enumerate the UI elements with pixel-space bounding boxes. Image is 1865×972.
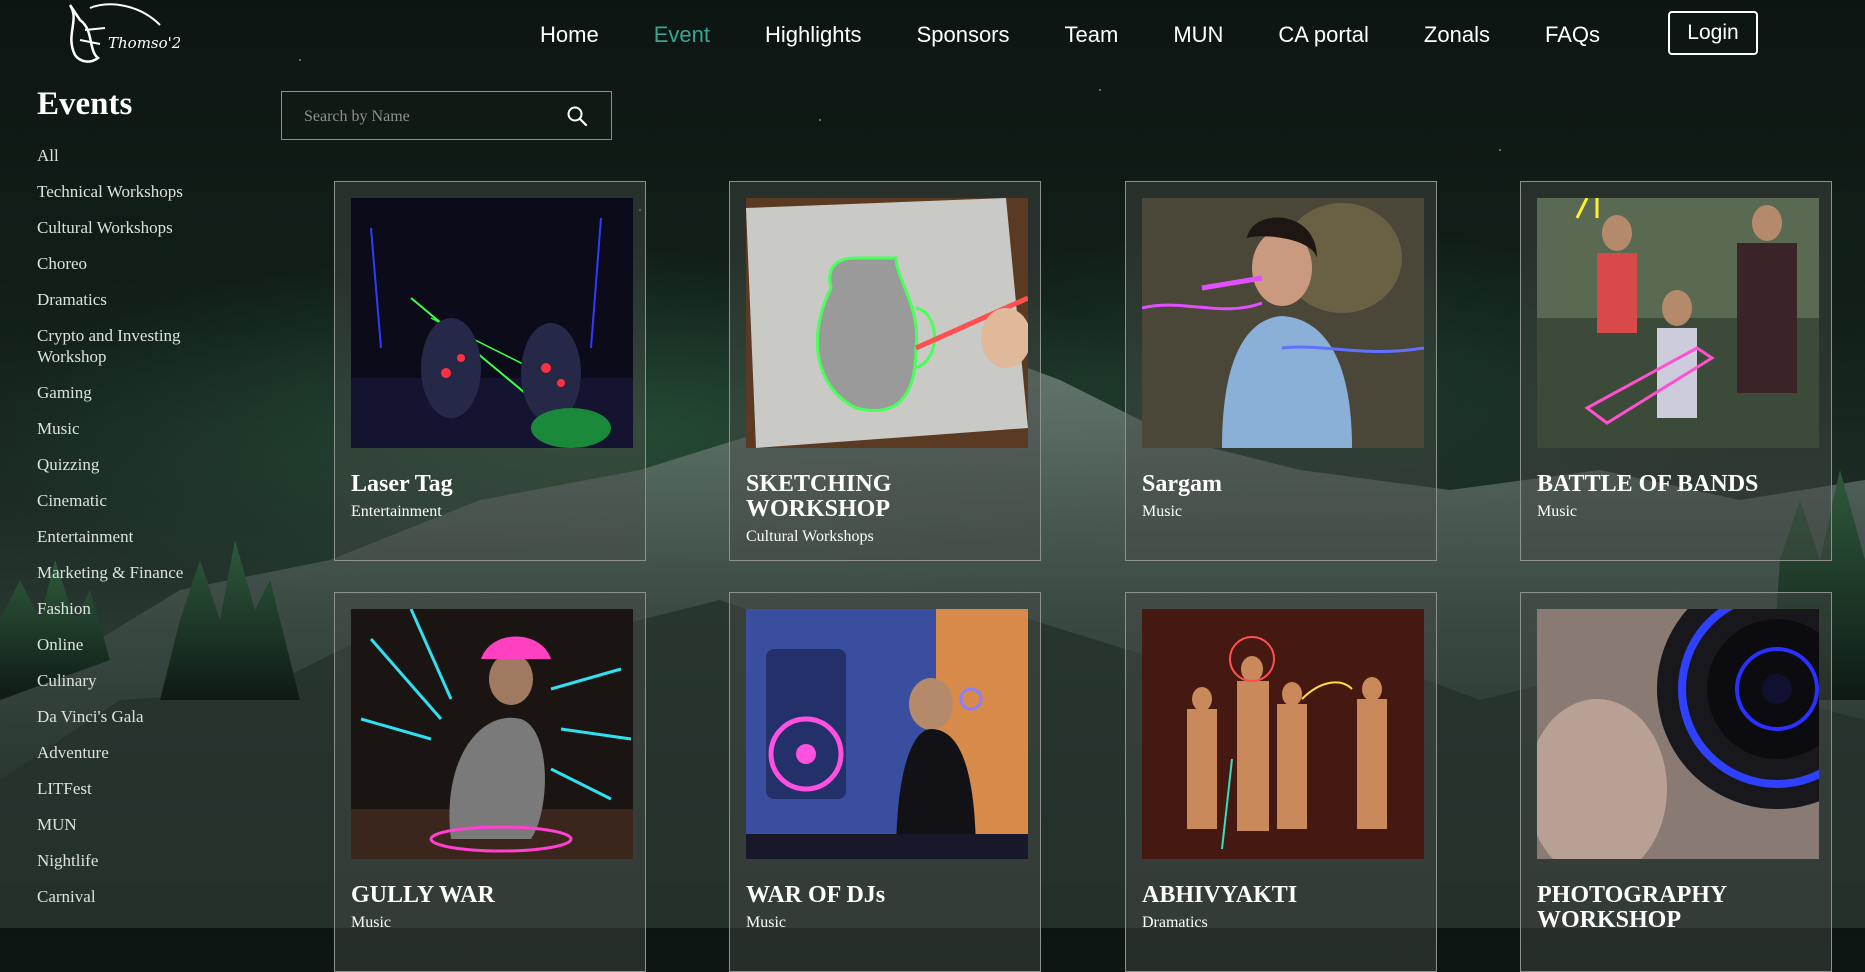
event-title: ABHIVYAKTI Dramatics — [1142, 883, 1432, 935]
category-cultural-workshops[interactable]: Cultural Workshops — [37, 217, 207, 238]
event-title: Sargam Music — [1142, 472, 1432, 524]
category-dramatics[interactable]: Dramatics — [37, 289, 207, 310]
events-sidebar: Events All Technical Workshops Cultural … — [37, 86, 237, 922]
event-card-photography-workshop[interactable]: PHOTOGRAPHY WORKSHOP — [1520, 592, 1832, 972]
category-quizzing[interactable]: Quizzing — [37, 454, 207, 475]
nav-sponsors[interactable]: Sponsors — [917, 22, 1010, 48]
category-fashion[interactable]: Fashion — [37, 598, 207, 619]
search-input[interactable] — [302, 103, 556, 131]
event-image-laser-tag — [351, 198, 633, 448]
category-carnival[interactable]: Carnival — [37, 886, 207, 907]
nav-faqs[interactable]: FAQs — [1545, 22, 1600, 48]
event-image-battle-of-bands — [1537, 198, 1819, 448]
nav-ca-portal[interactable]: CA portal — [1278, 22, 1369, 48]
nav-zonals[interactable]: Zonals — [1424, 22, 1490, 48]
category-litfest[interactable]: LITFest — [37, 778, 207, 799]
category-mun[interactable]: MUN — [37, 814, 207, 835]
category-online[interactable]: Online — [37, 634, 207, 655]
event-image-sketching-workshop — [746, 198, 1028, 448]
event-card-abhivyakti[interactable]: ABHIVYAKTI Dramatics — [1125, 592, 1437, 972]
event-category: Cultural Workshops — [746, 528, 874, 545]
event-card-gully-war[interactable]: GULLY WAR Music — [334, 592, 646, 972]
event-category: Music — [351, 914, 391, 931]
event-card-sketching-workshop[interactable]: SKETCHING WORKSHOP Cultural Workshops — [729, 181, 1041, 561]
event-title: BATTLE OF BANDS Music — [1537, 472, 1827, 524]
category-entertainment[interactable]: Entertainment — [37, 526, 207, 547]
event-title: PHOTOGRAPHY WORKSHOP — [1537, 882, 1727, 933]
thomso-logo[interactable]: Thomso'22 — [50, 0, 180, 70]
category-crypto[interactable]: Crypto and Investing Workshop — [37, 325, 207, 367]
event-category: Music — [1537, 503, 1577, 520]
event-title: GULLY WAR Music — [351, 883, 641, 935]
nav-home[interactable]: Home — [540, 22, 599, 48]
event-image-abhivyakti — [1142, 609, 1424, 859]
nav-mun[interactable]: MUN — [1173, 22, 1223, 48]
category-gaming[interactable]: Gaming — [37, 382, 207, 403]
event-title: SKETCHING WORKSHOP Cultural Workshops — [746, 472, 1036, 549]
search-box — [281, 91, 612, 140]
nav-highlights[interactable]: Highlights — [765, 22, 862, 48]
logo-text: Thomso'22 — [108, 34, 180, 52]
sidebar-title: Events — [37, 86, 133, 122]
category-culinary[interactable]: Culinary — [37, 670, 207, 691]
event-card-war-of-djs[interactable]: WAR OF DJs Music — [729, 592, 1041, 972]
category-marketing-finance[interactable]: Marketing & Finance — [37, 562, 207, 583]
category-choreo[interactable]: Choreo — [37, 253, 207, 274]
category-music[interactable]: Music — [37, 418, 207, 439]
event-image-gully-war — [351, 609, 633, 859]
event-card-laser-tag[interactable]: Laser Tag Entertainment — [334, 181, 646, 561]
nav-team[interactable]: Team — [1065, 22, 1119, 48]
category-nightlife[interactable]: Nightlife — [37, 850, 207, 871]
login-button[interactable]: Login — [1668, 11, 1758, 55]
event-title: Laser Tag Entertainment — [351, 472, 641, 524]
event-category: Music — [1142, 503, 1182, 520]
search-icon[interactable] — [565, 104, 589, 128]
event-category: Entertainment — [351, 503, 442, 520]
category-da-vincis-gala[interactable]: Da Vinci's Gala — [37, 706, 207, 727]
category-list: All Technical Workshops Cultural Worksho… — [37, 145, 237, 907]
event-category: Music — [746, 914, 786, 931]
main-nav: Home Event Highlights Sponsors Team MUN … — [540, 0, 1655, 70]
category-adventure[interactable]: Adventure — [37, 742, 207, 763]
event-card-battle-of-bands[interactable]: BATTLE OF BANDS Music — [1520, 181, 1832, 561]
category-technical-workshops[interactable]: Technical Workshops — [37, 181, 207, 202]
event-title: WAR OF DJs Music — [746, 883, 1036, 935]
event-image-photography-workshop — [1537, 609, 1819, 859]
event-category: Dramatics — [1142, 914, 1208, 931]
category-all[interactable]: All — [37, 145, 207, 166]
category-cinematic[interactable]: Cinematic — [37, 490, 207, 511]
event-image-war-of-djs — [746, 609, 1028, 859]
nav-event[interactable]: Event — [654, 22, 710, 48]
event-card-sargam[interactable]: Sargam Music — [1125, 181, 1437, 561]
event-image-sargam — [1142, 198, 1424, 448]
